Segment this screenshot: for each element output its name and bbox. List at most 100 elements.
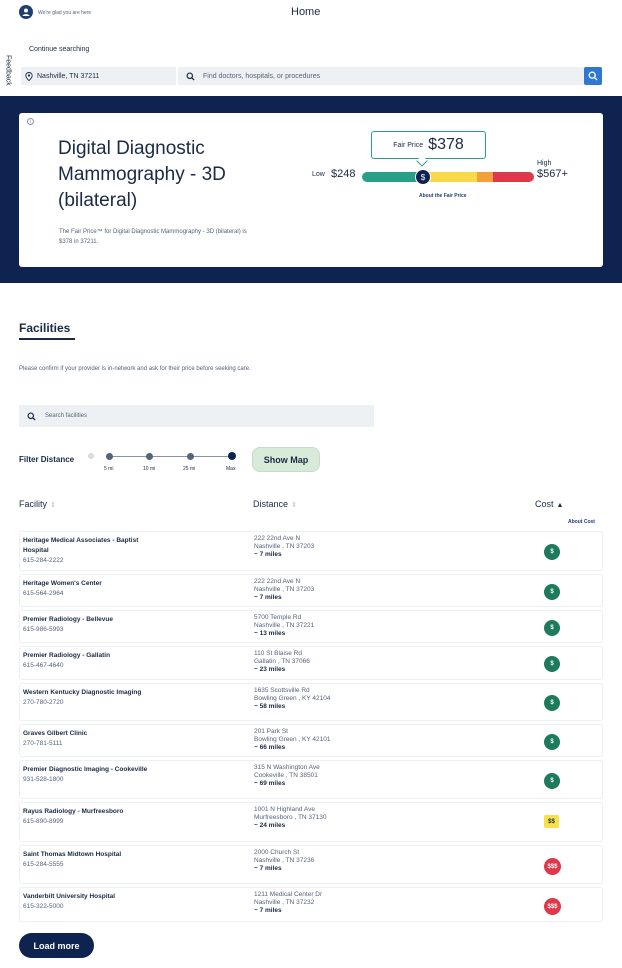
table-row[interactable]: Rayus Radiology - Murfreesboro 615-890-89… (19, 802, 603, 842)
address-line-2: Bowling Green , KY 42104 (254, 695, 331, 702)
distance-stop-5mi[interactable] (106, 453, 113, 460)
column-header-cost[interactable]: Cost ▲ (535, 499, 563, 509)
distance-label: 25 mi (183, 466, 196, 472)
distance-stop-10mi[interactable] (146, 453, 153, 460)
facility-name-text: Vanderbilt University Hospital (23, 893, 116, 900)
facility-address: 1211 Medical Center Dr Nashville , TN 372… (254, 891, 404, 915)
table-row[interactable]: Premier Radiology - Bellevue 615-986-5993… (19, 610, 603, 643)
facilities-note: Please confirm if your provider is in-ne… (19, 366, 251, 372)
address-line-2: Nashville , TN 37203 (254, 586, 315, 593)
table-row[interactable]: Heritage Women's Center 615-564-2964 222 2… (19, 574, 603, 607)
greeting-text: We're glad you are here (38, 10, 92, 16)
facilities-heading: Facilities (19, 321, 71, 335)
facility-name[interactable]: Premier Diagnostic Imaging - Cookeville 9… (23, 765, 153, 785)
sort-icon: ⇕ (50, 502, 56, 509)
column-label: Cost (535, 499, 554, 509)
high-value: $567+ (537, 168, 568, 180)
table-row[interactable]: Western Kentucky Diagnostic Imaging 270-7… (19, 683, 603, 721)
about-cost-link[interactable]: About Cost (568, 519, 595, 525)
address-line-1: 1635 Scottsville Rd (254, 687, 310, 694)
user-icon[interactable] (19, 5, 33, 19)
facility-name-text: Premier Radiology - Bellevue (23, 616, 113, 623)
facility-phone[interactable]: 615-986-5993 (23, 625, 153, 635)
facility-name-text: Heritage Medical Associates - Baptist Ho… (23, 537, 139, 554)
page-title: Home (291, 6, 321, 18)
top-header: We're glad you are here Home Continue se… (0, 0, 622, 96)
facility-search-input[interactable]: Search facilities (19, 405, 374, 427)
facility-name[interactable]: Graves Gilbert Clinic 270-781-5111 (23, 729, 153, 749)
facility-distance: ~ 7 miles (254, 865, 282, 872)
dollar-marker-icon: $ (415, 169, 431, 185)
about-fair-price-link[interactable]: About the Fair Price (419, 193, 467, 199)
distance-stop-max[interactable] (228, 452, 236, 460)
facility-name[interactable]: Heritage Medical Associates - Baptist Ho… (23, 536, 153, 566)
low-value: $248 (331, 168, 356, 180)
distance-label: 5 mi (104, 466, 114, 472)
facility-phone[interactable]: 270-780-2720 (23, 698, 153, 708)
address-line-1: 5700 Temple Rd (254, 614, 302, 621)
distance-stop-25mi[interactable] (187, 453, 194, 460)
facility-name[interactable]: Premier Radiology - Bellevue 615-986-5993 (23, 615, 153, 635)
facility-name-text: Rayus Radiology - Murfreesboro (23, 808, 124, 815)
facility-distance: ~ 24 miles (254, 822, 286, 829)
search-button[interactable] (584, 67, 602, 85)
search-input[interactable]: Find doctors, hospitals, or procedures (178, 67, 584, 85)
info-icon[interactable]: i (27, 118, 34, 125)
cost-badge: $$$ (544, 858, 561, 875)
search-bar: Nashville, TN 37211 Find doctors, hospit… (21, 67, 602, 85)
facility-phone[interactable]: 615-284-2222 (23, 556, 153, 566)
cost-badge: $ (544, 773, 560, 789)
cost-badge: $ (544, 734, 560, 750)
table-row[interactable]: Vanderbilt University Hospital 615-322-50… (19, 887, 603, 922)
column-header-facility[interactable]: Facility ⇕ (19, 499, 56, 509)
fair-price-label: Fair Price (393, 141, 424, 149)
column-label: Facility (19, 499, 48, 509)
address-line-2: Cookeville , TN 38501 (254, 772, 318, 779)
info-icon[interactable] (88, 453, 94, 459)
table-row[interactable]: Heritage Medical Associates - Baptist Ho… (19, 531, 603, 571)
facility-phone[interactable]: 615-467-4640 (23, 661, 153, 671)
address-line-1: 110 St Blaise Rd (254, 650, 302, 657)
location-value: Nashville, TN 37211 (37, 72, 100, 80)
address-line-1: 1211 Medical Center Dr (254, 891, 323, 898)
facility-name-text: Premier Diagnostic Imaging - Cookeville (23, 766, 148, 773)
address-line-2: Nashville , TN 37232 (254, 899, 315, 906)
facility-name-text: Graves Gilbert Clinic (23, 730, 88, 737)
cost-badge: $$ (544, 815, 559, 828)
facility-name[interactable]: Western Kentucky Diagnostic Imaging 270-7… (23, 688, 153, 708)
load-more-button[interactable]: Load more (19, 933, 94, 958)
table-row[interactable]: Graves Gilbert Clinic 270-781-5111 201 Par… (19, 724, 603, 757)
table-row[interactable]: Saint Thomas Midtown Hospital 615-284-555… (19, 845, 603, 884)
facility-phone[interactable]: 270-781-5111 (23, 739, 153, 749)
table-row[interactable]: Premier Diagnostic Imaging - Cookeville 9… (19, 760, 603, 799)
facility-address: 2000 Church St Nashville , TN 37236 ~ 7 mi… (254, 849, 404, 873)
facility-phone[interactable]: 615-284-5555 (23, 860, 153, 870)
price-segment-upper (477, 172, 493, 182)
address-line-1: 315 N Washington Ave (254, 764, 320, 771)
facility-phone[interactable]: 931-528-1800 (23, 775, 153, 785)
address-line-2: Nashville , TN 37221 (254, 622, 315, 629)
facility-name[interactable]: Premier Radiology - Gallatin 615-467-4640 (23, 651, 153, 671)
facility-address: 201 Park St Bowling Green , KY 42101 ~ 66 … (254, 728, 404, 752)
address-line-1: 1001 N Highland Ave (254, 806, 315, 813)
facility-name[interactable]: Heritage Women's Center 615-564-2964 (23, 579, 153, 599)
table-row[interactable]: Premier Radiology - Gallatin 615-467-4640… (19, 646, 603, 680)
location-field[interactable]: Nashville, TN 37211 (21, 67, 178, 85)
fair-price-value: $378 (428, 136, 464, 153)
address-line-2: Bowling Green , KY 42101 (254, 736, 331, 743)
facility-phone[interactable]: 615-322-5000 (23, 902, 153, 912)
distance-slider-track[interactable] (110, 456, 232, 457)
facility-name[interactable]: Saint Thomas Midtown Hospital 615-284-555… (23, 850, 153, 870)
facility-phone[interactable]: 615-564-2964 (23, 589, 153, 599)
show-map-button[interactable]: Show Map (252, 447, 320, 472)
facility-name[interactable]: Rayus Radiology - Murfreesboro 615-890-89… (23, 807, 153, 827)
facility-distance: ~ 7 miles (254, 907, 282, 914)
address-line-2: Nashville , TN 37203 (254, 543, 315, 550)
facility-phone[interactable]: 615-890-8999 (23, 817, 153, 827)
column-header-distance[interactable]: Distance ⇕ (253, 499, 297, 509)
search-placeholder: Find doctors, hospitals, or procedures (203, 72, 321, 80)
cost-badge: $ (544, 620, 560, 636)
address-line-1: 222 22nd Ave N (254, 578, 301, 585)
filter-distance-label: Filter Distance (19, 455, 75, 464)
facility-name[interactable]: Vanderbilt University Hospital 615-322-50… (23, 892, 153, 912)
